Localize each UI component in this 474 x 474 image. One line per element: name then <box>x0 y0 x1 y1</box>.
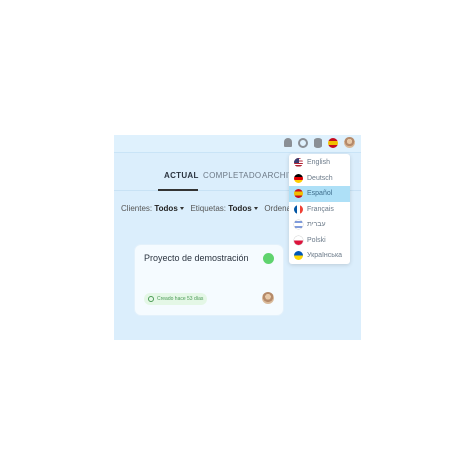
language-label: Polski <box>307 236 326 244</box>
israel-flag-icon <box>294 220 303 230</box>
history-icon <box>148 296 154 302</box>
ukraine-flag-icon <box>294 251 303 261</box>
language-option-polski[interactable]: Polski <box>289 233 350 249</box>
active-tab-indicator <box>158 189 198 191</box>
filters-bar: Clientes: Todos Etiquetas: Todos Ordenar… <box>121 204 305 213</box>
language-option-francais[interactable]: Français <box>289 202 350 218</box>
tab-completado[interactable]: COMPLETADO <box>203 171 261 180</box>
clientes-dropdown[interactable]: Todos <box>154 204 177 213</box>
poland-flag-icon <box>294 235 303 245</box>
language-label: Deutsch <box>307 174 333 182</box>
top-icons <box>284 137 355 148</box>
etiquetas-dropdown[interactable]: Todos <box>228 204 251 213</box>
language-label: Français <box>307 205 334 213</box>
language-label: Español <box>307 190 333 198</box>
tab-actual[interactable]: ACTUAL <box>164 171 199 180</box>
language-option-deutsch[interactable]: Deutsch <box>289 171 350 187</box>
top-bar <box>114 135 361 153</box>
language-option-ukrainian[interactable]: Українська <box>289 248 350 264</box>
france-flag-icon <box>294 204 303 214</box>
gear-icon[interactable] <box>298 137 308 148</box>
user-avatar[interactable] <box>344 137 355 148</box>
spain-flag-icon <box>294 189 303 199</box>
status-indicator <box>263 253 274 264</box>
language-option-english[interactable]: English <box>289 155 350 171</box>
spain-flag-icon[interactable] <box>328 137 338 148</box>
database-icon[interactable] <box>314 137 322 148</box>
project-card[interactable]: Proyecto de demostración Creado hace 53 … <box>135 245 283 315</box>
chevron-down-icon <box>253 207 258 211</box>
etiquetas-label: Etiquetas: <box>190 204 227 213</box>
language-label: Українська <box>307 252 343 260</box>
language-option-hebrew[interactable]: עברית <box>289 217 350 233</box>
bell-icon[interactable] <box>284 138 292 147</box>
language-label: עברית <box>307 221 326 229</box>
germany-flag-icon <box>294 173 303 183</box>
project-title: Proyecto de demostración <box>144 253 249 263</box>
language-option-espanol[interactable]: Español <box>289 186 350 202</box>
chevron-down-icon <box>179 207 184 211</box>
created-badge: Creado hace 53 días <box>144 293 208 305</box>
clientes-label: Clientes: <box>121 204 153 213</box>
language-menu: English Deutsch Español Français עברית P… <box>289 154 350 264</box>
created-text: Creado hace 53 días <box>157 296 204 302</box>
language-label: English <box>307 159 330 167</box>
assignee-avatar <box>262 292 274 304</box>
us-flag-icon <box>294 158 303 168</box>
